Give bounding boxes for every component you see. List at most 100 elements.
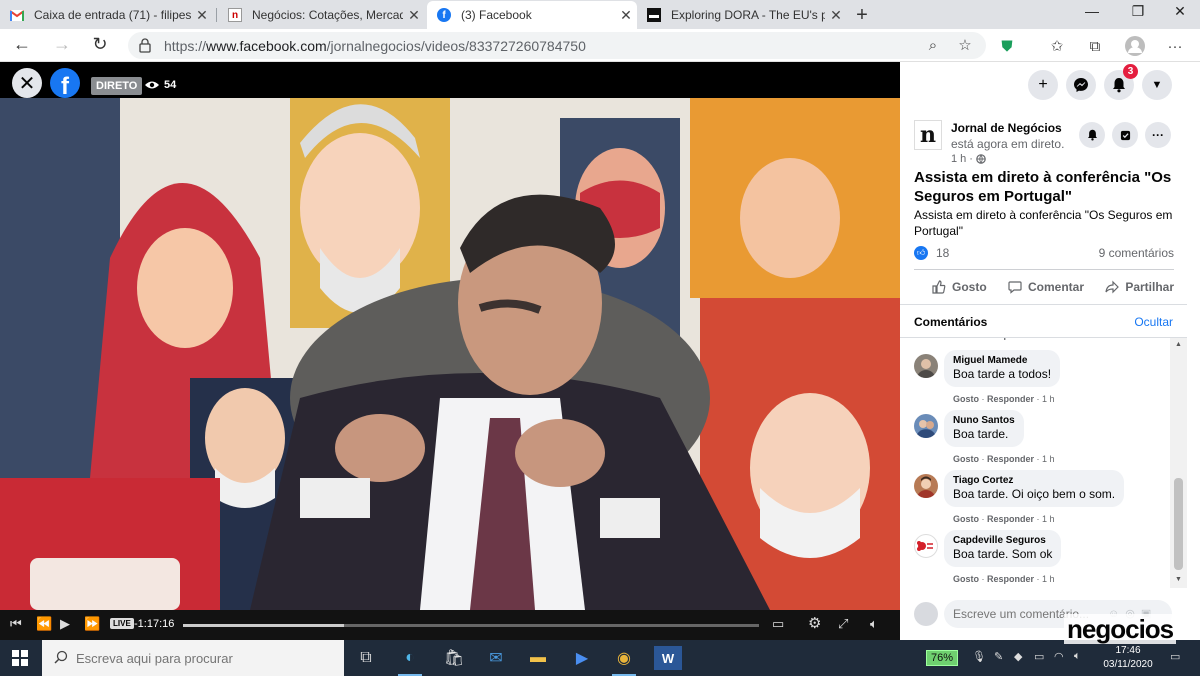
- messenger-icon[interactable]: [1066, 70, 1096, 100]
- comment-button[interactable]: Comentar: [1008, 276, 1084, 298]
- reload-icon[interactable]: ↻: [88, 34, 112, 55]
- restore-icon[interactable]: ❐: [1118, 3, 1158, 20]
- close-tab-icon[interactable]: ✕: [615, 7, 637, 24]
- comment-reply-link[interactable]: Responder: [987, 514, 1034, 524]
- rewind-icon[interactable]: ⏪: [36, 616, 52, 632]
- close-tab-icon[interactable]: ✕: [825, 7, 847, 24]
- close-window-icon[interactable]: ✕: [1160, 3, 1200, 20]
- comment-time[interactable]: 1 h: [1042, 394, 1055, 404]
- tab-negocios[interactable]: n Negócios: Cotações, Mercados, E ✕: [218, 1, 425, 29]
- more-menu-icon[interactable]: ···: [1164, 35, 1186, 57]
- comments-scrollbar[interactable]: ▲ ▼: [1170, 338, 1187, 588]
- comments-count[interactable]: 9 comentários: [1099, 246, 1174, 260]
- page-name[interactable]: Jornal de Negócios: [951, 121, 1062, 135]
- task-view-icon[interactable]: ⧉: [352, 646, 380, 670]
- volume-icon[interactable]: 🔈︎: [870, 616, 878, 632]
- dropbox-icon[interactable]: ◆: [1014, 650, 1022, 663]
- post-time[interactable]: 1 h ·: [951, 153, 986, 165]
- comment-reply-link[interactable]: Responder: [987, 454, 1034, 464]
- comment-text: Boa tarde a todos!: [953, 367, 1052, 381]
- commenter-name[interactable]: Nuno Santos: [953, 415, 1015, 426]
- commenter-name[interactable]: Tiago Cortez: [953, 475, 1115, 486]
- play-icon[interactable]: ▶: [60, 616, 70, 632]
- favorites-icon[interactable]: ✩: [1046, 35, 1068, 57]
- pen-icon[interactable]: ✎: [994, 650, 1003, 663]
- post-options-icon[interactable]: ···: [1145, 122, 1171, 148]
- comment-like-link[interactable]: Gosto: [953, 514, 979, 524]
- new-tab-icon[interactable]: +: [850, 4, 874, 27]
- fast-forward-icon[interactable]: ⏩: [84, 616, 100, 632]
- like-count[interactable]: 18: [936, 246, 949, 260]
- close-video-icon[interactable]: ✕: [12, 68, 42, 98]
- video-player[interactable]: ✕ f DIRETO 54 ⏮ ⏪ ▶ ⏩ LIVE -1:17:16 ▭ ⚙ …: [0, 62, 900, 640]
- capdeville-logo-avatar[interactable]: [914, 534, 938, 558]
- close-tab-icon[interactable]: ✕: [403, 7, 425, 24]
- like-button[interactable]: Gosto: [932, 276, 987, 298]
- comment-time[interactable]: 1 h: [1042, 454, 1055, 464]
- battery-indicator[interactable]: 76%: [926, 650, 959, 666]
- forward-icon[interactable]: →: [50, 34, 74, 55]
- save-post-icon[interactable]: [1112, 122, 1138, 148]
- zoom-app-icon[interactable]: ▶: [568, 646, 596, 670]
- follow-bell-icon[interactable]: [1079, 122, 1105, 148]
- comment-reply-link[interactable]: Responder: [987, 338, 1034, 340]
- system-clock[interactable]: 17:46 03/11/2020: [1098, 644, 1158, 672]
- account-menu-chevron-icon[interactable]: ▼: [1142, 70, 1172, 100]
- edge-icon[interactable]: ◐: [396, 646, 424, 676]
- comment-meta-partial: Gosto · Responder: [953, 338, 1034, 340]
- page-avatar[interactable]: n: [914, 120, 942, 150]
- fullscreen-icon[interactable]: ⤢: [838, 616, 848, 632]
- tab-facebook[interactable]: f (3) Facebook ✕: [427, 1, 637, 29]
- tab-gmail[interactable]: Caixa de entrada (71) - filipesucic ✕: [0, 1, 213, 29]
- chrome-icon[interactable]: ◉: [610, 646, 638, 676]
- commenter-name[interactable]: Miguel Mamede: [953, 355, 1051, 366]
- shield-extension-icon[interactable]: ⛊: [996, 35, 1018, 57]
- notification-center-icon[interactable]: ▭: [1170, 650, 1180, 663]
- live-chip[interactable]: LIVE: [110, 618, 134, 629]
- speaker-icon[interactable]: 🔈︎: [1074, 650, 1081, 663]
- file-explorer-icon[interactable]: ▬: [524, 646, 552, 670]
- battery-icon[interactable]: ▭: [1034, 650, 1044, 663]
- comment-like-link[interactable]: Gosto: [953, 338, 979, 340]
- mail-icon[interactable]: ✉: [482, 646, 510, 670]
- commenter-avatar[interactable]: [914, 354, 938, 378]
- store-icon[interactable]: 🛍︎: [440, 646, 468, 670]
- comment-reply-link[interactable]: Responder: [987, 574, 1034, 584]
- captions-icon[interactable]: ▭: [772, 616, 784, 632]
- favorite-star-icon[interactable]: ☆: [954, 34, 976, 56]
- facebook-logo-icon[interactable]: f: [50, 68, 80, 98]
- skip-back-icon[interactable]: ⏮: [10, 616, 22, 632]
- windows-start-icon[interactable]: [12, 650, 28, 666]
- minimize-icon[interactable]: —: [1072, 3, 1112, 19]
- tab-dora[interactable]: ▬ Exploring DORA - The EU's propo ✕: [637, 1, 847, 29]
- progress-bar[interactable]: [183, 624, 759, 627]
- hide-comments-link[interactable]: Ocultar: [1134, 315, 1173, 329]
- profile-icon[interactable]: [1124, 35, 1146, 57]
- wifi-icon[interactable]: ◠: [1054, 650, 1064, 663]
- word-icon[interactable]: W: [654, 646, 682, 670]
- comment-time[interactable]: 1 h: [1042, 514, 1055, 524]
- commenter-avatar[interactable]: [914, 474, 938, 498]
- comment-reply-link[interactable]: Responder: [987, 394, 1034, 404]
- share-button[interactable]: Partilhar: [1105, 276, 1174, 298]
- collections-icon[interactable]: ⧉: [1084, 35, 1106, 57]
- post-actions: Gosto Comentar Partilhar: [914, 276, 1174, 298]
- create-plus-icon[interactable]: +: [1028, 70, 1058, 100]
- url-field[interactable]: https://www.facebook.com/jornalnegocios/…: [128, 32, 986, 59]
- back-icon[interactable]: ←: [10, 34, 34, 55]
- taskbar-search-input[interactable]: [76, 648, 326, 668]
- scroll-down-icon[interactable]: ▼: [1174, 576, 1183, 583]
- comment-like-link[interactable]: Gosto: [953, 394, 979, 404]
- commenter-avatar[interactable]: [914, 414, 938, 438]
- close-tab-icon[interactable]: ✕: [191, 7, 213, 24]
- taskbar-search[interactable]: [42, 640, 344, 676]
- settings-gear-icon[interactable]: ⚙: [808, 614, 821, 632]
- commenter-name[interactable]: Capdeville Seguros: [953, 535, 1052, 546]
- zoom-icon[interactable]: ⌕: [922, 34, 944, 56]
- comment-time[interactable]: 1 h: [1042, 574, 1055, 584]
- comment-like-link[interactable]: Gosto: [953, 454, 979, 464]
- microphone-icon[interactable]: 🎙︎: [972, 650, 986, 663]
- scroll-up-icon[interactable]: ▲: [1174, 341, 1183, 348]
- scroll-thumb[interactable]: [1174, 478, 1183, 570]
- comment-like-link[interactable]: Gosto: [953, 574, 979, 584]
